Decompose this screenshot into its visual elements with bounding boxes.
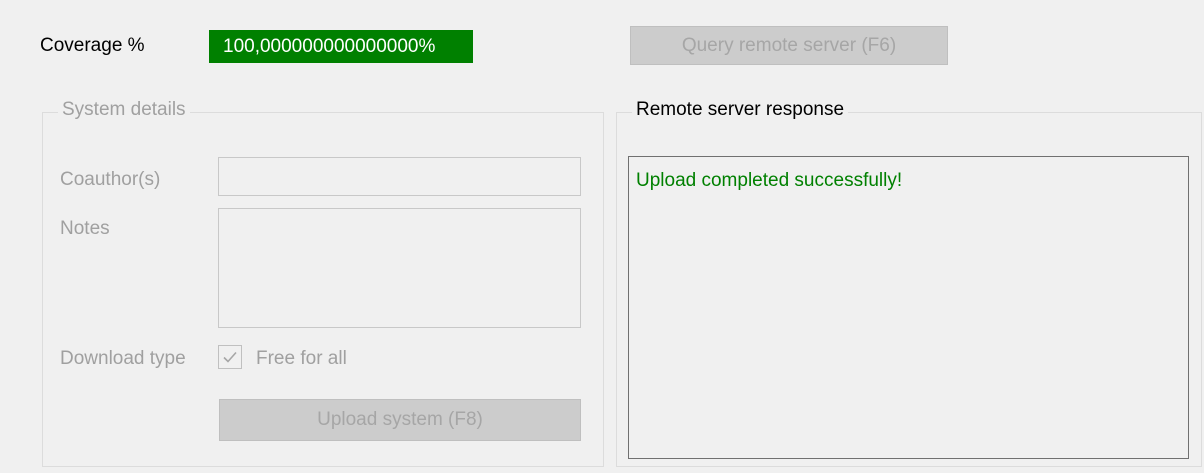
- remote-response-title: Remote server response: [632, 99, 849, 121]
- response-message: Upload completed successfully!: [636, 170, 903, 191]
- query-remote-server-button[interactable]: Query remote server (F6): [630, 26, 948, 65]
- checkmark-icon: [223, 351, 237, 363]
- free-for-all-label: Free for all: [256, 348, 347, 369]
- response-textbox[interactable]: [628, 156, 1189, 459]
- coauthor-field[interactable]: [218, 157, 581, 196]
- coverage-label: Coverage %: [40, 35, 145, 56]
- notes-field[interactable]: [218, 208, 581, 328]
- free-for-all-checkbox[interactable]: [218, 345, 242, 369]
- system-details-title: System details: [58, 99, 190, 121]
- download-type-label: Download type: [60, 348, 186, 369]
- coauthor-label: Coauthor(s): [60, 169, 161, 190]
- coverage-value: 100,000000000000000%: [209, 30, 473, 63]
- notes-label: Notes: [60, 218, 110, 239]
- upload-system-button[interactable]: Upload system (F8): [219, 399, 581, 441]
